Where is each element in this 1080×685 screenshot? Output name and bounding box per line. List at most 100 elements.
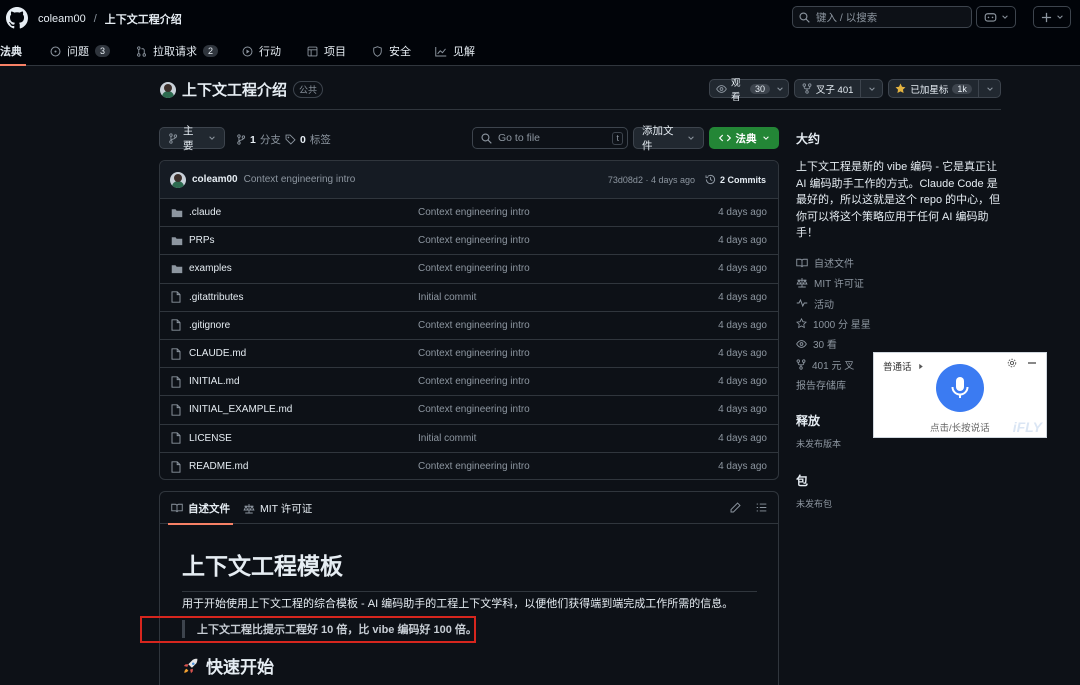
branch-name: 主要	[183, 125, 194, 152]
commit-author[interactable]: coleam00	[192, 174, 238, 185]
watchers-link[interactable]: 30 看	[796, 334, 1006, 354]
shield-icon	[372, 45, 383, 57]
file-name[interactable]: .gitignore	[189, 320, 230, 331]
folder-icon	[171, 208, 183, 218]
owner-link[interactable]: coleam00	[38, 13, 86, 25]
readme-link[interactable]: 自述文件	[796, 253, 1006, 273]
file-commit-message[interactable]: Context engineering intro	[418, 207, 530, 218]
chevron-down-icon	[776, 85, 788, 93]
file-name[interactable]: INITIAL.md	[189, 376, 240, 387]
file-name[interactable]: .claude	[189, 207, 221, 218]
file-name[interactable]: README.md	[189, 461, 248, 472]
star-count: 1k	[952, 83, 972, 94]
commit-message[interactable]: Context engineering intro	[244, 174, 356, 185]
file-name[interactable]: CLAUDE.md	[189, 348, 246, 359]
tab-label: 行动	[259, 46, 282, 58]
file-commit-message[interactable]: Context engineering intro	[418, 235, 530, 246]
table-row[interactable]: .gitignore Context engineering intro 4 day…	[160, 312, 778, 340]
create-new-button[interactable]	[1033, 6, 1071, 28]
file-commit-message[interactable]: Initial commit	[418, 292, 476, 303]
table-row[interactable]: examples Context engineering intro 4 days …	[160, 255, 778, 284]
tab-pull-requests[interactable]: 拉取请求 2	[126, 36, 228, 66]
language-mode-label: 普通话	[883, 362, 912, 373]
branches-link[interactable]: 1 分支	[236, 132, 281, 147]
go-to-file-input[interactable]: Go to file t	[472, 127, 628, 149]
tab-security[interactable]: 安全	[362, 36, 421, 66]
table-row[interactable]: .gitattributes Initial commit 4 days ago	[160, 284, 778, 312]
ifly-logo: iFLY	[1012, 419, 1042, 435]
license-link[interactable]: MIT 许可证	[796, 273, 1006, 293]
table-row[interactable]: README.md Context engineering intro 4 days…	[160, 453, 778, 479]
file-icon	[171, 404, 181, 416]
tab-readme[interactable]: 自述文件	[168, 492, 233, 525]
table-row[interactable]: PRPs Context engineering intro 4 days ago	[160, 227, 778, 256]
tab-license[interactable]: MIT 许可证	[243, 492, 312, 524]
stars-link[interactable]: 1000 分 星星	[796, 313, 1006, 333]
repo-name[interactable]: 上下文工程介绍	[182, 79, 287, 100]
tags-link[interactable]: 0 标签	[285, 132, 331, 147]
code-button[interactable]: 法典	[709, 127, 779, 149]
language-mode-selector[interactable]: 普通话	[883, 359, 924, 373]
tab-insights[interactable]: 见解	[425, 36, 485, 66]
fork-dropdown[interactable]	[860, 80, 882, 97]
table-icon	[307, 46, 318, 57]
fork-button[interactable]: 叉子 401	[794, 79, 883, 98]
branch-selector[interactable]: 主要	[159, 125, 225, 152]
file-commit-message[interactable]: Context engineering intro	[418, 376, 530, 387]
table-row[interactable]: .claude Context engineering intro 4 days a…	[160, 199, 778, 228]
table-row[interactable]: INITIAL.md Context engineering intro 4 day…	[160, 368, 778, 397]
copilot-button[interactable]	[976, 6, 1016, 28]
tab-issues[interactable]: 问题 3	[40, 36, 120, 66]
commits-link[interactable]: 2 Commits	[705, 174, 766, 185]
readme-blockquote: 上下文工程比提示工程好 10 倍，比 vibe 编码好 100 倍。	[182, 620, 477, 638]
outline-list-icon[interactable]	[756, 502, 767, 513]
table-row[interactable]: INITIAL_EXAMPLE.md Context engineering in…	[160, 396, 778, 425]
side-item-label: 30 看	[813, 340, 837, 352]
star-button[interactable]: 已加星标 1k	[888, 79, 1001, 98]
readme-tabs: 自述文件 MIT 许可证	[160, 492, 778, 525]
repo-link[interactable]: 上下文工程介绍	[105, 11, 182, 27]
commit-hash-time[interactable]: 73d08d2 · 4 days ago	[608, 175, 695, 185]
file-name[interactable]: LICENSE	[189, 433, 232, 444]
star-dropdown[interactable]	[978, 80, 1000, 97]
file-commit-message[interactable]: Context engineering intro	[418, 348, 530, 359]
activity-link[interactable]: 活动	[796, 293, 1006, 313]
avatar[interactable]	[170, 171, 186, 188]
repo-title: 上下文工程介绍 公共	[160, 79, 324, 100]
about-description: 上下文工程是新的 vibe 编码 - 它是真正让 AI 编码助手工作的方式。Cl…	[796, 161, 1001, 239]
minimize-icon[interactable]	[1027, 358, 1037, 368]
tab-label: 拉取请求	[153, 46, 198, 58]
table-row[interactable]: LICENSE Initial commit 4 days ago	[160, 425, 778, 453]
settings-gear-icon[interactable]	[1007, 358, 1017, 368]
file-name[interactable]: examples	[189, 263, 232, 274]
search-input[interactable]: 键入 / 以搜索	[792, 6, 972, 28]
file-name[interactable]: PRPs	[189, 235, 215, 246]
chevron-down-icon	[762, 134, 770, 142]
file-commit-message[interactable]: Context engineering intro	[418, 320, 530, 331]
watch-button[interactable]: 观看 30	[709, 78, 789, 103]
microphone-button[interactable]	[936, 364, 984, 412]
voice-hint: 点击/长按说话	[930, 423, 990, 434]
tab-code[interactable]: 法典	[0, 36, 32, 66]
tab-actions[interactable]: 行动	[232, 36, 291, 66]
pull-requests-count: 2	[203, 45, 219, 57]
fork-label: 叉子 401	[815, 84, 854, 96]
branches-label: 分支	[259, 134, 281, 146]
add-file-button[interactable]: 添加文件	[633, 125, 704, 152]
file-commit-message[interactable]: Context engineering intro	[418, 263, 530, 274]
packages-title[interactable]: 包	[796, 472, 1006, 489]
fork-icon	[802, 83, 812, 94]
file-commit-message[interactable]: Context engineering intro	[418, 461, 530, 472]
repo-heading: 上下文工程介绍 公共 观看 30 叉子 401 已加星标 1k	[160, 67, 1001, 110]
file-commit-message[interactable]: Initial commit	[418, 433, 476, 444]
file-name[interactable]: .gitattributes	[189, 292, 243, 303]
tab-projects[interactable]: 项目	[297, 36, 356, 66]
github-logo-icon[interactable]	[6, 7, 28, 29]
commits-count: 2 Commits	[719, 174, 766, 185]
file-commit-message[interactable]: Context engineering intro	[418, 404, 530, 415]
search-placeholder: 键入 / 以搜索	[816, 11, 878, 24]
pencil-icon[interactable]	[730, 502, 741, 513]
table-row[interactable]: CLAUDE.md Context engineering intro 4 days…	[160, 340, 778, 369]
readme-heading: 上下文工程模板	[182, 547, 757, 592]
file-name[interactable]: INITIAL_EXAMPLE.md	[189, 404, 292, 415]
